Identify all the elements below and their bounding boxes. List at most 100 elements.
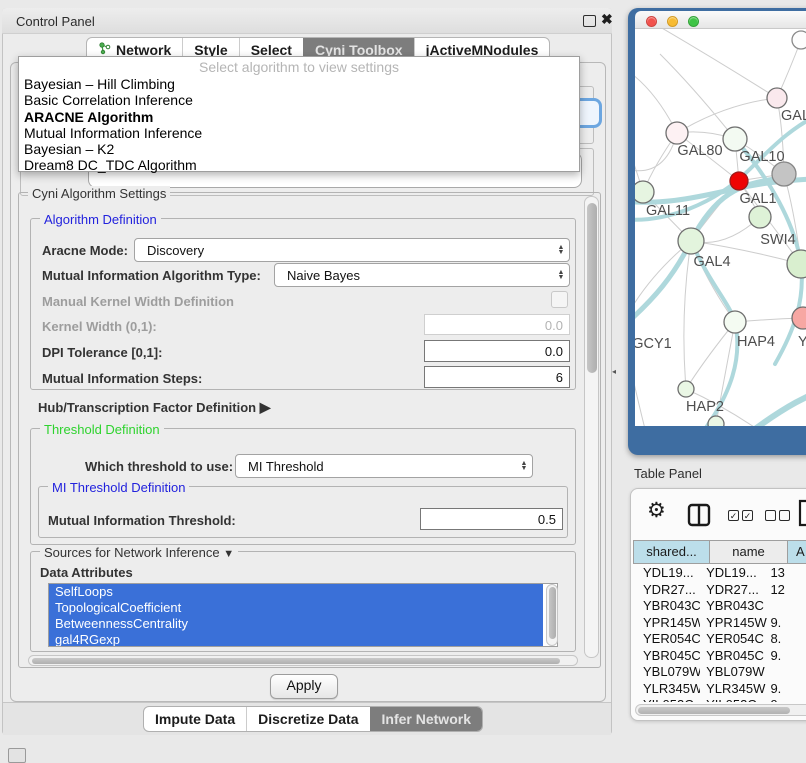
settings-vertical-scrollbar[interactable] <box>584 196 599 658</box>
network-node-bottom-partial[interactable] <box>708 416 724 426</box>
table-cell[interactable]: YIL052C <box>633 696 700 702</box>
column-header-name[interactable]: name <box>710 540 788 564</box>
network-node-gal11[interactable] <box>635 181 654 203</box>
network-window-titlebar[interactable] <box>635 11 806 29</box>
split-columns-icon[interactable] <box>687 503 711 527</box>
sources-toggle[interactable]: Sources for Network Inference ▼ <box>40 545 238 560</box>
which-threshold-combobox[interactable]: MI Threshold ▲▼ <box>235 454 533 478</box>
table-cell[interactable] <box>767 663 806 680</box>
network-node-swi4[interactable] <box>749 206 771 228</box>
zoom-traffic-light[interactable] <box>688 16 699 27</box>
table-cell[interactable]: YBR043C <box>633 597 700 614</box>
table-row[interactable]: YIL052CYIL052C9. <box>633 696 806 702</box>
table-cell[interactable]: YER054C <box>700 630 767 647</box>
table-rows: YDL19...YDL19...13YDR27...YDR27...12YBR0… <box>633 564 806 702</box>
network-node-gal-top[interactable] <box>767 88 787 108</box>
table-cell[interactable]: 9. <box>767 647 806 664</box>
gear-icon[interactable]: ⚙ <box>647 498 666 523</box>
dropdown-item-bayesian-k2[interactable]: Bayesian – K2 <box>19 141 579 157</box>
table-cell[interactable]: YER054C <box>633 630 700 647</box>
network-canvas[interactable]: GALGAL80GAL10GAL1GAL11SWI4GAL4GCY1HAP4YH… <box>635 29 806 426</box>
table-row[interactable]: YBL079WYBL079W <box>633 663 806 680</box>
table-cell[interactable]: YBR045C <box>633 647 700 664</box>
network-node-gal1[interactable] <box>730 172 748 190</box>
table-horizontal-scrollbar-thumb[interactable] <box>638 707 790 714</box>
manual-kernel-width-checkbox[interactable] <box>551 291 568 308</box>
dpi-tolerance-field[interactable]: 0.0 <box>424 340 570 362</box>
hub-definition-toggle[interactable]: Hub/Transcription Factor Definition ▶ <box>38 399 271 416</box>
table-cell[interactable]: YLR345W <box>633 680 700 697</box>
table-cell[interactable]: YDR27... <box>700 581 767 598</box>
network-node-big-green[interactable] <box>787 250 806 278</box>
close-traffic-light[interactable] <box>646 16 657 27</box>
deselect-all-columns-icon[interactable] <box>765 510 790 521</box>
table-row[interactable]: YLR345WYLR345W9. <box>633 680 806 697</box>
network-node-hap4[interactable] <box>724 311 746 333</box>
splitter-collapse-arrow[interactable]: ◂ <box>612 367 616 376</box>
apply-button[interactable]: Apply <box>270 674 338 699</box>
data-attributes-label: Data Attributes <box>40 565 133 580</box>
attribute-item-topologicalcoefficient[interactable]: TopologicalCoefficient <box>49 600 543 616</box>
settings-horizontal-scrollbar-thumb[interactable] <box>32 658 560 664</box>
mi-threshold-field[interactable]: 0.5 <box>420 508 563 530</box>
table-cell[interactable] <box>767 597 806 614</box>
table-cell[interactable]: YBR045C <box>700 647 767 664</box>
network-node-gal4[interactable] <box>678 228 704 254</box>
table-horizontal-scrollbar[interactable] <box>635 704 806 716</box>
network-node-top-white[interactable] <box>792 31 806 49</box>
kernel-width-field[interactable]: 0.0 <box>424 314 570 335</box>
table-cell[interactable]: YBL079W <box>700 663 767 680</box>
attributes-list-scrollbar-thumb[interactable] <box>549 587 556 639</box>
dropdown-item-dream8-dc-tdc-algorithm[interactable]: Dream8 DC_TDC Algorithm <box>19 157 579 173</box>
table-cell[interactable]: 8. <box>767 630 806 647</box>
settings-vertical-scrollbar-thumb[interactable] <box>587 203 597 373</box>
network-node-gal80[interactable] <box>666 122 688 144</box>
table-cell[interactable]: YDL19... <box>633 564 700 581</box>
minimize-traffic-light[interactable] <box>667 16 678 27</box>
table-cell[interactable]: YPR145W <box>700 614 767 631</box>
attribute-item-betweennesscentrality[interactable]: BetweennessCentrality <box>49 616 543 632</box>
panel-grip-icon[interactable] <box>8 748 26 763</box>
close-icon[interactable]: ✖ <box>601 11 613 27</box>
dropdown-item-basic-correlation-inference[interactable]: Basic Correlation Inference <box>19 92 579 108</box>
network-node-gray-node[interactable] <box>772 162 796 186</box>
table-row[interactable]: YDR27...YDR27...12 <box>633 581 806 598</box>
attribute-item-gal4rgexp[interactable]: gal4RGexp <box>49 632 543 647</box>
table-cell[interactable]: YIL052C <box>700 696 767 702</box>
dropdown-item-bayesian-hill-climbing[interactable]: Bayesian – Hill Climbing <box>19 76 579 92</box>
select-all-columns-icon[interactable]: ✓✓ <box>728 510 753 521</box>
table-cell[interactable]: 9. <box>767 680 806 697</box>
table-cell[interactable]: 9. <box>767 614 806 631</box>
table-cell[interactable]: YDR27... <box>633 581 700 598</box>
attribute-item-selfloops[interactable]: SelfLoops <box>49 584 543 600</box>
table-row[interactable]: YPR145WYPR145W9. <box>633 614 806 631</box>
settings-horizontal-scrollbar[interactable] <box>28 655 578 666</box>
attributes-list-scrollbar[interactable] <box>546 584 558 646</box>
aracne-mode-combobox[interactable]: Discovery ▲▼ <box>134 238 570 262</box>
dropdown-item-aracne-algorithm[interactable]: ARACNE Algorithm <box>19 109 579 125</box>
table-row[interactable]: YDL19...YDL19...13 <box>633 564 806 581</box>
table-cell[interactable]: YBR043C <box>700 597 767 614</box>
tab-impute-data[interactable]: Impute Data <box>144 707 246 731</box>
table-cell[interactable]: 12 <box>767 581 806 598</box>
column-header-a[interactable]: A <box>788 540 806 564</box>
mi-steps-field[interactable]: 6 <box>424 366 570 388</box>
table-cell[interactable]: YBL079W <box>633 663 700 680</box>
table-row[interactable]: YER054CYER054C8. <box>633 630 806 647</box>
column-header-shared[interactable]: shared... <box>633 540 710 564</box>
table-cell[interactable]: 9. <box>767 696 806 702</box>
tab-infer-network[interactable]: Infer Network <box>370 707 482 731</box>
float-window-icon[interactable] <box>583 15 596 27</box>
document-icon[interactable] <box>797 499 806 527</box>
table-cell[interactable]: YPR145W <box>633 614 700 631</box>
dropdown-item-mutual-information-inference[interactable]: Mutual Information Inference <box>19 125 579 141</box>
table-cell[interactable]: YDL19... <box>700 564 767 581</box>
table-row[interactable]: YBR045CYBR045C9. <box>633 647 806 664</box>
table-row[interactable]: YBR043CYBR043C <box>633 597 806 614</box>
table-cell[interactable]: 13 <box>767 564 806 581</box>
mi-algorithm-type-combobox[interactable]: Naive Bayes ▲▼ <box>274 263 570 287</box>
network-node-hap2[interactable] <box>678 381 694 397</box>
tab-discretize-data[interactable]: Discretize Data <box>246 707 369 731</box>
table-cell[interactable]: YLR345W <box>700 680 767 697</box>
network-node-gal10[interactable] <box>723 127 747 151</box>
